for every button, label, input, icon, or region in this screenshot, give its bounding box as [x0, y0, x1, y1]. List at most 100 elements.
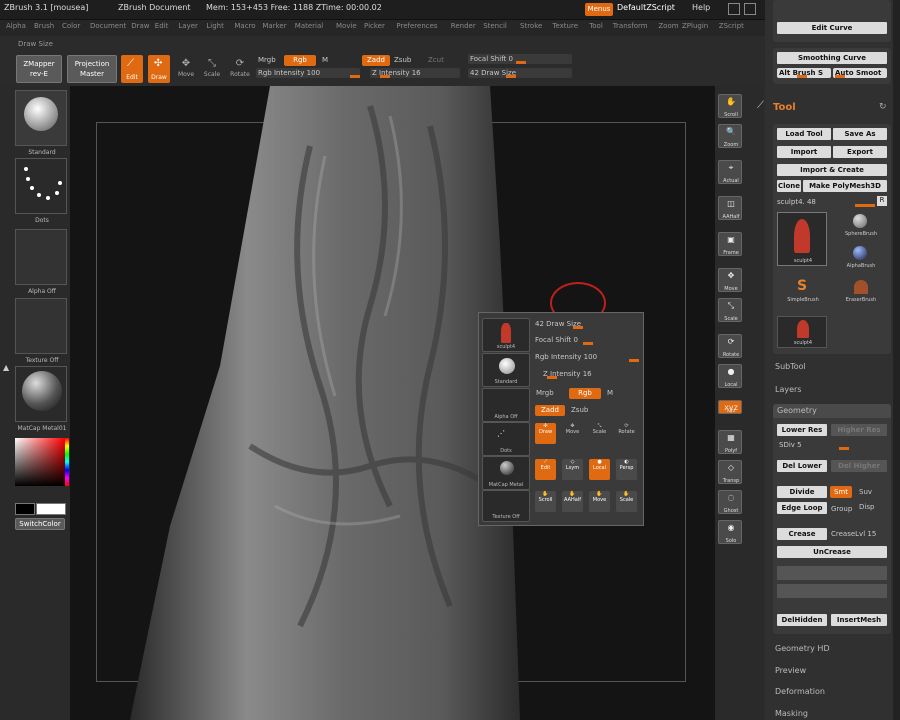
clone-button[interactable]: Clone [777, 180, 801, 192]
slider-knob[interactable] [350, 75, 360, 78]
rgb-toggle[interactable]: Rgb [284, 55, 316, 66]
popup-draw-size-slider[interactable]: 42 Draw Size [533, 319, 641, 329]
tool-thumb-spherebrush[interactable]: SphereBrush [835, 212, 887, 242]
edit-curve-button[interactable]: Edit Curve [777, 22, 887, 34]
popup-z-intensity-slider[interactable]: Z Intensity 16 [533, 369, 641, 379]
focal-shift-slider[interactable]: Focal Shift 0 [468, 54, 572, 64]
slider-knob[interactable] [516, 61, 526, 64]
divide-button[interactable]: Divide [777, 486, 827, 498]
popup-texture-tile[interactable]: Texture Off [482, 490, 530, 522]
mrgb-toggle[interactable]: Mrgb [258, 56, 276, 64]
popup-rotate-button[interactable]: ⟳ Rotate [616, 423, 637, 444]
geometry-hd-section[interactable]: Geometry HD [775, 644, 830, 653]
slider-knob[interactable] [835, 75, 845, 78]
shelf-button-rotate[interactable]: ⟳ Rotate [718, 334, 742, 358]
shelf-button-solo[interactable]: ◉ Solo [718, 520, 742, 544]
projection-master-button[interactable]: Projection Master [67, 55, 117, 83]
menu-tool[interactable]: Tool [589, 22, 603, 30]
menu-brush[interactable]: Brush [34, 22, 54, 30]
palette-refresh-icon[interactable]: ↻ [879, 102, 887, 112]
edge-loop-button[interactable]: Edge Loop [777, 502, 827, 514]
palette-scrollbar[interactable] [893, 0, 900, 720]
alt-brush-slider[interactable]: Alt Brush S [777, 68, 831, 78]
slider-knob[interactable] [506, 75, 516, 78]
export-button[interactable]: Export [833, 146, 887, 158]
popup-tool-tile[interactable]: sculpt4 [482, 318, 530, 352]
del-higher-button[interactable]: Del Higher [831, 460, 887, 472]
menu-texture[interactable]: Texture [552, 22, 578, 30]
popup-aahalf-button[interactable]: ✋ AAHalf [562, 491, 583, 512]
switch-color-button[interactable]: SwitchColor [15, 518, 65, 530]
popup-move-button[interactable]: ✥ Move [562, 423, 583, 444]
draw-mode-button[interactable]: ✣ Draw [148, 55, 170, 83]
menu-edit[interactable]: Edit [155, 22, 169, 30]
higher-res-button[interactable]: Higher Res [831, 424, 887, 436]
slider-knob[interactable] [573, 326, 583, 329]
tool-thumb-sculpt-2[interactable]: sculpt4 [777, 316, 827, 348]
texture-picker[interactable]: Texture Off [15, 298, 67, 364]
menu-transform[interactable]: Transform [613, 22, 648, 30]
menu-alpha[interactable]: Alpha [6, 22, 26, 30]
popup-stroke-tile[interactable]: ⋰ Dots [482, 422, 530, 456]
shelf-button-zoom[interactable]: 🔍 Zoom [718, 124, 742, 148]
z-intensity-slider[interactable]: Z Intensity 16 [370, 68, 460, 78]
brush-picker[interactable]: Standard [15, 90, 67, 156]
zmapper-button[interactable]: ZMapper rev-E [16, 55, 62, 83]
popup-brush-tile[interactable]: Standard [482, 353, 530, 387]
window-minimize-icon[interactable] [728, 3, 740, 15]
menu-layer[interactable]: Layer [178, 22, 198, 30]
zadd-toggle[interactable]: Zadd [362, 55, 390, 66]
menu-draw[interactable]: Draw [131, 22, 149, 30]
del-lower-button[interactable]: Del Lower [777, 460, 827, 472]
shelf-button-scroll[interactable]: ✋ Scroll [718, 94, 742, 118]
crease-level-slider[interactable]: CreaseLvl 15 [831, 530, 876, 538]
popup-scroll-button[interactable]: ✋ Scroll [535, 491, 556, 512]
rgb-intensity-slider[interactable]: Rgb Intensity 100 [256, 68, 360, 78]
menu-zoom[interactable]: Zoom [658, 22, 678, 30]
tool-thumb-alphabrush[interactable]: AlphaBrush [835, 244, 887, 274]
insert-mesh-button[interactable]: InsertMesh [831, 614, 887, 626]
tool-thumb-eraserbrush[interactable]: EraserBrush [835, 278, 887, 308]
menu-document[interactable]: Document [90, 22, 126, 30]
secondary-color-swatch[interactable] [36, 503, 66, 515]
shelf-button-actual[interactable]: ⌖ Actual [718, 160, 742, 184]
menu-marker[interactable]: Marker [262, 22, 286, 30]
smoothing-curve-button[interactable]: Smoothing Curve [777, 52, 887, 64]
save-as-button[interactable]: Save As [833, 128, 887, 140]
smt-toggle[interactable]: Smt [830, 486, 852, 498]
preview-section[interactable]: Preview [775, 666, 806, 675]
shelf-button-polyf[interactable]: ▦ Polyf [718, 430, 742, 454]
tool-palette-title[interactable]: Tool [773, 102, 796, 113]
uncrease-button[interactable]: UnCrease [777, 546, 887, 558]
del-hidden-button[interactable]: DelHidden [777, 614, 827, 626]
shelf-button-move[interactable]: ✥ Move [718, 268, 742, 292]
sdiv-slider[interactable]: SDiv 5 [777, 440, 887, 450]
popup-lsym-button[interactable]: ◇ Lsym [562, 459, 583, 480]
tool-thumb-sculpt[interactable]: sculpt4 [777, 212, 827, 266]
edit-mode-button[interactable]: ⟋ Edit [121, 55, 143, 83]
menu-material[interactable]: Material [295, 22, 323, 30]
menu-preferences[interactable]: Preferences [396, 22, 437, 30]
menu-stroke[interactable]: Stroke [520, 22, 542, 30]
menu-movie[interactable]: Movie [336, 22, 357, 30]
popup-rgb-intensity-slider[interactable]: Rgb Intensity 100 [533, 352, 641, 362]
alpha-picker[interactable]: Alpha Off [15, 229, 67, 295]
color-picker[interactable] [15, 438, 65, 486]
material-picker[interactable]: MatCap Metal01 [15, 366, 67, 432]
zsub-toggle[interactable]: Zsub [394, 56, 411, 64]
menu-stencil[interactable]: Stencil [483, 22, 507, 30]
menu-light[interactable]: Light [206, 22, 223, 30]
lower-res-button[interactable]: Lower Res [777, 424, 827, 436]
tool-slider-knob[interactable] [855, 204, 875, 207]
masking-section[interactable]: Masking [775, 709, 808, 718]
popup-local-button[interactable]: ● Local [589, 459, 610, 480]
slider-knob[interactable] [797, 75, 807, 78]
popup-rgb-toggle[interactable]: Rgb [569, 388, 601, 399]
menus-button[interactable]: Menus [585, 3, 613, 16]
popup-scale-button[interactable]: ⤡ Scale [589, 423, 610, 444]
group-toggle[interactable]: Group [831, 505, 852, 513]
menu-picker[interactable]: Picker [364, 22, 385, 30]
tool-menu-icon[interactable]: R [877, 196, 887, 206]
load-tool-button[interactable]: Load Tool [777, 128, 831, 140]
popup-mrgb-toggle[interactable]: Mrgb [536, 389, 554, 397]
